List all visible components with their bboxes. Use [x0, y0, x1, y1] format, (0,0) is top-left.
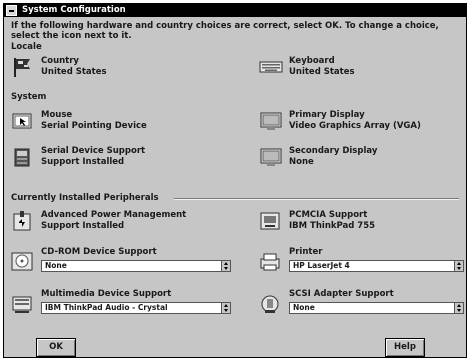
multimedia-select[interactable]: IBM ThinkPad Audio - Crystal — [41, 302, 231, 314]
help-button[interactable]: Help — [385, 338, 425, 357]
scsi-label: SCSI Adapter Support — [289, 289, 394, 299]
scsi-select[interactable]: None — [289, 302, 464, 314]
cdrom-item: CD-ROM Device Support None — [11, 247, 241, 275]
scsi-selected: None — [293, 303, 315, 312]
country-item: Country United States — [11, 56, 211, 80]
apm-label: Advanced Power Management — [41, 210, 187, 220]
serial-port-icon[interactable] — [11, 146, 33, 168]
window-title: System Configuration — [22, 5, 126, 15]
section-label-peripherals: Currently Installed Peripherals — [11, 193, 159, 203]
keyboard-value: United States — [289, 67, 355, 77]
cdrom-label: CD-ROM Device Support — [41, 247, 157, 257]
mouse-icon[interactable] — [11, 110, 33, 132]
system-menu-icon[interactable] — [6, 5, 17, 16]
cdrom-icon[interactable] — [11, 251, 33, 273]
serial-device-value: Support Installed — [41, 157, 125, 167]
section-label-system: System — [11, 92, 47, 102]
printer-select[interactable]: HP LaserJet 4 — [289, 260, 464, 272]
keyboard-label: Keyboard — [289, 56, 335, 66]
keyboard-icon[interactable] — [259, 56, 283, 78]
printer-item: Printer HP LaserJet 4 — [259, 247, 471, 275]
country-flag-icon[interactable] — [11, 56, 33, 78]
scsi-adapter-icon[interactable] — [259, 293, 281, 315]
secondary-display-value: None — [289, 157, 314, 167]
pcmcia-item: PCMCIA Support IBM ThinkPad 755 — [259, 210, 459, 234]
mouse-item: Mouse Serial Pointing Device — [11, 110, 211, 134]
mouse-value: Serial Pointing Device — [41, 121, 147, 131]
mouse-label: Mouse — [41, 110, 73, 120]
ok-button[interactable]: OK — [36, 338, 76, 357]
cdrom-select[interactable]: None — [41, 260, 231, 272]
pcmcia-label: PCMCIA Support — [289, 210, 368, 220]
primary-display-value: Video Graphics Array (VGA) — [289, 121, 421, 131]
cdrom-spin-button[interactable] — [221, 261, 230, 271]
monitor-icon[interactable] — [259, 110, 282, 132]
printer-label: Printer — [289, 247, 323, 257]
apm-item: Advanced Power Management Support Instal… — [11, 210, 231, 234]
serial-device-label: Serial Device Support — [41, 146, 146, 156]
scsi-item: SCSI Adapter Support None — [259, 289, 471, 317]
pcmcia-card-icon[interactable] — [259, 210, 281, 232]
pcmcia-value: IBM ThinkPad 755 — [289, 221, 376, 231]
primary-display-label: Primary Display — [289, 110, 365, 120]
secondary-monitor-icon[interactable] — [259, 146, 282, 168]
multimedia-label: Multimedia Device Support — [41, 289, 172, 299]
group-divider — [174, 198, 459, 200]
scsi-spin-button[interactable] — [454, 303, 463, 313]
country-label: Country — [41, 56, 79, 66]
printer-icon[interactable] — [259, 251, 281, 273]
serial-device-item: Serial Device Support Support Installed — [11, 146, 211, 170]
title-bar: System Configuration — [4, 4, 466, 17]
country-value: United States — [41, 67, 107, 77]
keyboard-item: Keyboard United States — [259, 56, 459, 80]
section-label-locale: Locale — [11, 42, 42, 52]
multimedia-spin-button[interactable] — [221, 303, 230, 313]
primary-display-item: Primary Display Video Graphics Array (VG… — [259, 110, 459, 134]
system-configuration-dialog: System Configuration If the following ha… — [3, 3, 467, 358]
printer-selected: HP LaserJet 4 — [293, 261, 350, 270]
cdrom-selected: None — [45, 261, 67, 270]
secondary-display-item: Secondary Display None — [259, 146, 459, 170]
multimedia-selected: IBM ThinkPad Audio - Crystal — [45, 303, 168, 312]
power-management-icon[interactable] — [11, 210, 33, 232]
multimedia-item: Multimedia Device Support IBM ThinkPad A… — [11, 289, 241, 317]
secondary-display-label: Secondary Display — [289, 146, 378, 156]
instructions-text: If the following hardware and country ch… — [11, 21, 439, 41]
multimedia-icon[interactable] — [11, 293, 33, 315]
printer-spin-button[interactable] — [454, 261, 463, 271]
apm-value: Support Installed — [41, 221, 125, 231]
